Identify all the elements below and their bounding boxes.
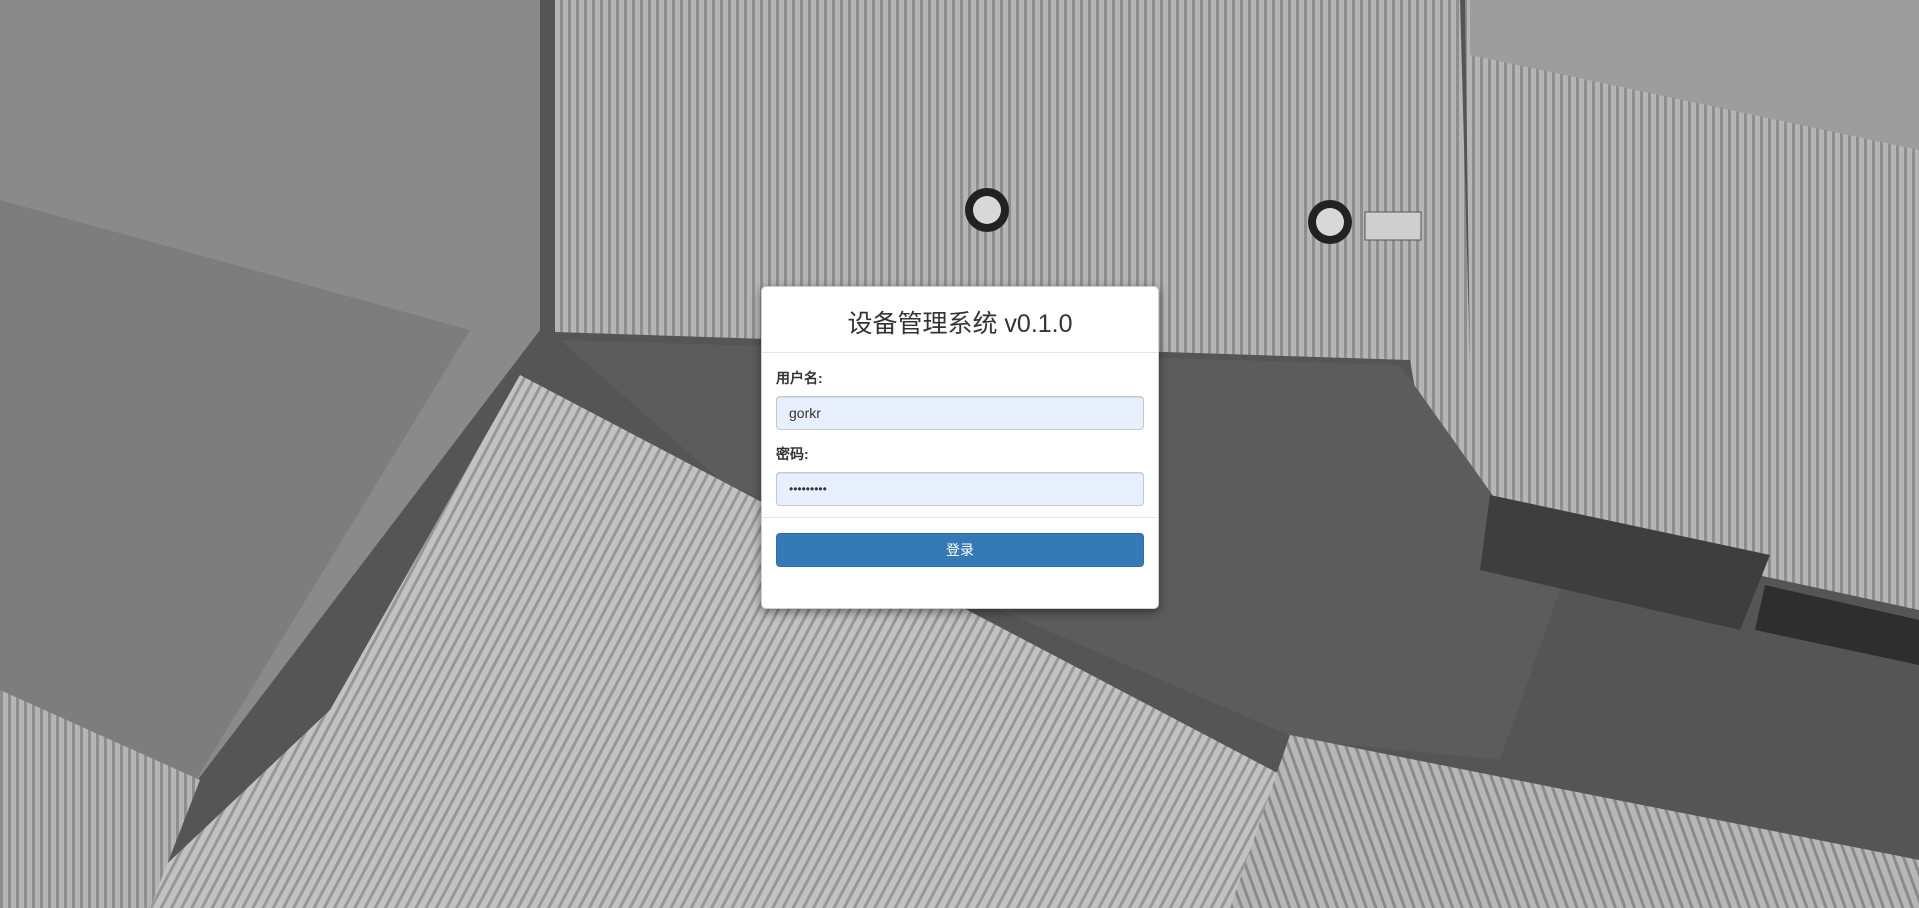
login-panel-header: 设备管理系统 v0.1.0 xyxy=(762,287,1158,353)
username-input[interactable]: gorkr xyxy=(776,396,1144,430)
login-form: 用户名: gorkr 密码: ••••••••• xyxy=(762,353,1158,518)
password-input-value: ••••••••• xyxy=(789,482,827,496)
password-label: 密码: xyxy=(776,446,809,462)
password-input[interactable]: ••••••••• xyxy=(776,472,1144,506)
password-group: 密码: ••••••••• xyxy=(776,444,1144,506)
page-title: 设备管理系统 v0.1.0 xyxy=(847,309,1073,338)
login-panel: 设备管理系统 v0.1.0 用户名: gorkr 密码: ••••••••• 登… xyxy=(761,286,1159,609)
username-label: 用户名: xyxy=(776,370,823,386)
login-button[interactable]: 登录 xyxy=(776,533,1144,567)
username-group: 用户名: gorkr xyxy=(776,368,1144,430)
login-panel-footer: 登录 xyxy=(762,518,1158,582)
username-input-value: gorkr xyxy=(789,405,821,421)
